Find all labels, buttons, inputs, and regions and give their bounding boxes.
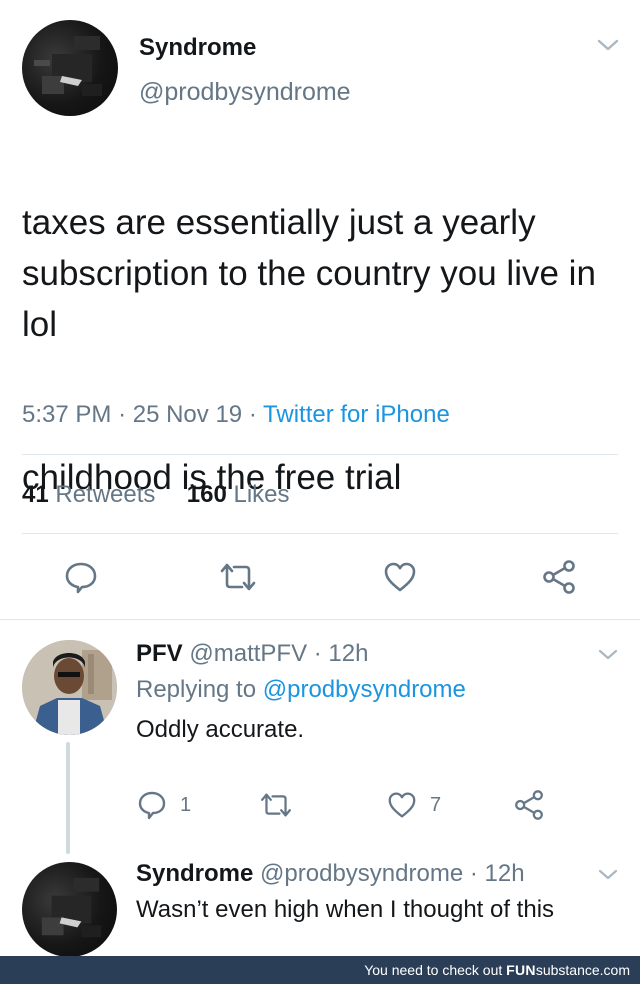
section-separator	[0, 619, 640, 620]
reply-avatar[interactable]	[22, 862, 117, 957]
tweet-text-line1: taxes are essentially just a yearly subs…	[22, 203, 596, 344]
likes-count: 160	[186, 481, 227, 508]
share-icon[interactable]	[541, 560, 577, 594]
divider	[22, 454, 618, 455]
retweet-icon[interactable]	[218, 562, 258, 592]
author-name[interactable]: Syndrome	[139, 34, 256, 62]
reply-author-name[interactable]: PFV	[136, 640, 183, 667]
chevron-down-icon[interactable]	[596, 38, 620, 54]
watermark-brand-tld: .com	[599, 962, 630, 978]
watermark-bar: You need to check out FUNsubstance.com	[0, 956, 640, 984]
tweet-source[interactable]: Twitter for iPhone	[263, 401, 450, 428]
watermark-brand-substance: substance	[535, 962, 600, 978]
reply-author-handle[interactable]: @mattPFV	[189, 640, 307, 667]
reply-header: PFV @mattPFV · 12h	[136, 640, 368, 668]
thread-line	[66, 742, 70, 854]
retweets-label: Retweets	[55, 481, 156, 508]
replying-to: Replying to @prodbysyndrome	[136, 676, 466, 704]
like-icon[interactable]	[383, 561, 417, 593]
replying-label: Replying to	[136, 676, 257, 703]
tweet-date[interactable]: 25 Nov 19	[133, 401, 242, 428]
reply-author-handle[interactable]: @prodbysyndrome	[260, 860, 463, 887]
likes-label: Likes	[233, 481, 290, 508]
share-icon[interactable]	[513, 790, 545, 820]
meta-dot: ·	[118, 401, 133, 428]
reply-text: Oddly accurate.	[136, 716, 305, 743]
reply-age[interactable]: 12h	[485, 860, 525, 887]
chevron-down-icon[interactable]	[597, 868, 619, 882]
retweet-icon[interactable]	[258, 792, 294, 818]
meta-dot: ·	[248, 401, 264, 428]
watermark-text: You need to check out FUNsubstance.com	[364, 962, 630, 978]
like-icon[interactable]	[387, 791, 417, 819]
divider	[22, 533, 618, 534]
reply-avatar[interactable]	[22, 640, 117, 735]
reply-text: Wasn’t even high when I thought of this	[136, 896, 555, 923]
reply-icon[interactable]	[137, 790, 167, 820]
reply-author-name[interactable]: Syndrome	[136, 860, 253, 887]
reply-age[interactable]: 12h	[328, 640, 368, 667]
author-handle[interactable]: @prodbysyndrome	[139, 78, 351, 107]
reply-count: 1	[180, 794, 192, 816]
meta-dot: ·	[313, 640, 322, 667]
retweets-count: 41	[22, 481, 49, 508]
author-avatar[interactable]	[22, 20, 118, 116]
reply-header: Syndrome @prodbysyndrome · 12h	[136, 860, 525, 888]
tweet-time[interactable]: 5:37 PM	[22, 401, 111, 428]
meta-dot: ·	[469, 860, 478, 887]
reply-icon[interactable]	[64, 560, 98, 594]
likes-stat[interactable]: 160 Likes	[187, 481, 290, 508]
replying-handle[interactable]: @prodbysyndrome	[263, 676, 466, 703]
tweet-meta: 5:37 PM · 25 Nov 19 · Twitter for iPhone	[22, 401, 450, 429]
chevron-down-icon[interactable]	[597, 648, 619, 662]
like-count: 7	[430, 794, 442, 816]
watermark-brand-fun: FUN	[506, 962, 536, 978]
tweet-stats: 41 Retweets 160 Likes	[22, 481, 290, 509]
retweets-stat[interactable]: 41 Retweets	[22, 481, 155, 508]
watermark-lead: You need to check out	[364, 962, 503, 978]
